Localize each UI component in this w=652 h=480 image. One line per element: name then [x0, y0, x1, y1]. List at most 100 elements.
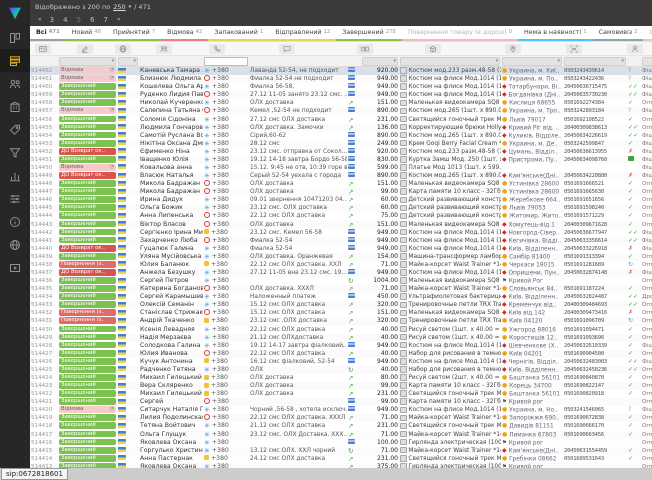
table-row[interactable]: 514454ЗавершенийСамотій Руслана Во..✳ +3…: [30, 132, 652, 140]
table-row[interactable]: 514414ЗавершенийАнна Пастернак +38024.12…: [30, 455, 652, 463]
table-row[interactable]: 514415ЗавершенийГоргулько Христина..✳ +3…: [30, 447, 652, 455]
page-7[interactable]: 7: [104, 16, 108, 24]
table-row[interactable]: 514440ДО Возврат ок..Гуцалюк Галина✳ +38…: [30, 245, 652, 253]
table-row[interactable]: 514443ЗавершенийВіктор Власов +380ОЛХ до…: [30, 220, 652, 228]
filter-input-phone[interactable]: [204, 57, 248, 66]
table-row[interactable]: 514428ЗавершенийСолодкова Галина В..✳ +3…: [30, 342, 652, 350]
table-row[interactable]: 514439ЗавершенийУляна Мусійовська✳ +380О…: [30, 253, 652, 261]
table-row[interactable]: 514441ЗавершенийЗахарченко Люба +380Фиал…: [30, 237, 652, 245]
table-row[interactable]: 514437ДО Возврат ок..Анжела Безушку✳ +38…: [30, 269, 652, 277]
sidebar-item-globe[interactable]: [0, 233, 30, 256]
filter-dropdown-delivery[interactable]: ▾: [502, 57, 562, 66]
tab-новий[interactable]: Новий48: [66, 26, 107, 41]
table-row[interactable]: 514442ЗавершенийСергієнко Ірина Ми.. +38…: [30, 229, 652, 237]
sidebar-item-orders[interactable]: [0, 49, 30, 72]
table-row[interactable]: 514423ЗавершенийВера Скляренко +380ОЛХ д…: [30, 382, 652, 390]
sidebar-item-company[interactable]: [0, 95, 30, 118]
filter-dropdown-price[interactable]: ▾: [362, 57, 398, 66]
column-header-delivery[interactable]: [483, 42, 543, 55]
table-row[interactable]: 514455ЗавершенийЛюдмила Гончарова✳ +380О…: [30, 124, 652, 132]
column-header-ttn[interactable]: [543, 42, 605, 55]
sidebar-item-funnel[interactable]: [0, 141, 30, 164]
page-5[interactable]: 5: [77, 16, 81, 24]
table-row[interactable]: 514429ЗавершенийНадія Мерзаєва✳ +38021.1…: [30, 334, 652, 342]
table-row[interactable]: 514458ЗавершенийНиколай Кучеренко✳ +380О…: [30, 99, 652, 107]
column-header-name[interactable]: [133, 42, 195, 55]
tab-сервіси[interactable]: Сервіси0: [643, 26, 652, 41]
table-row[interactable]: 514430ЗавершенийКсенія Левадняя✳ +38022.…: [30, 326, 652, 334]
table-row[interactable]: 514431Повернення (з..Андрій Ткаченко +38…: [30, 317, 652, 325]
column-header-price[interactable]: [347, 42, 383, 55]
table-row[interactable]: 514446ЗавершенийИрина Дидух✳ +38009.01 з…: [30, 196, 652, 204]
filter-dropdown-ttn[interactable]: ▾: [564, 57, 626, 66]
tab-прийнятий[interactable]: Прийнятий7: [107, 26, 161, 41]
table-row[interactable]: 514427ЗавершенийЮлия Иванова +38022.12 с…: [30, 350, 652, 358]
table-row[interactable]: 514453ЗавершенийНікітіна Оксана Дми..✳ +…: [30, 140, 652, 148]
column-header-product[interactable]: [383, 42, 483, 55]
table-row[interactable]: 514451ЗавершенийІващенко Юлія✳ +38019.12…: [30, 156, 652, 164]
tab-відмова[interactable]: Відмова42: [161, 26, 208, 41]
table-row[interactable]: 514444ЗавершенийАнна Липенська +38022.12…: [30, 212, 652, 220]
table-row[interactable]: 514426ЗавершенийКучук Антонина +38016.12…: [30, 358, 652, 366]
tab-відправлений[interactable]: Відправлений12: [269, 26, 336, 41]
filter-dropdown-flag[interactable]: ▾: [118, 57, 138, 66]
table-row[interactable]: 514450Відмова◔Ковальова анна✳ +38015.12.…: [30, 164, 652, 172]
tab-завершений[interactable]: Завершений278: [336, 26, 402, 41]
column-header-id[interactable]: [30, 42, 56, 55]
column-header-phone[interactable]: [195, 42, 239, 55]
page-size-link[interactable]: 250: [113, 3, 125, 11]
table-row[interactable]: 514418ЗавершенийТетяна Войтович✳ +38021.…: [30, 422, 652, 430]
table-row[interactable]: 514462Відмова◔Каневська Тамара ..✳ +380Л…: [30, 67, 652, 75]
tab-самовивіз[interactable]: Самовивіз2: [593, 26, 644, 41]
table-row[interactable]: 514419ЗавершенийЛилия Подолинская +38022…: [30, 414, 652, 422]
table-row[interactable]: 514434ЗавершенийСергей Карамышев✳ +380На…: [30, 293, 652, 301]
table-row[interactable]: 514452ДО Возврат ок..Єфименко Ніна✳ +380…: [30, 148, 652, 156]
table-row[interactable]: 514417ЗавершенийОльга Глущук✳ +38023.12 …: [30, 431, 652, 439]
table-row[interactable]: 514421ЗавершенийСергей +38099.00 Карта п…: [30, 398, 652, 406]
filter-dropdown-manager[interactable]: ▾: [642, 57, 652, 66]
sidebar-item-tag[interactable]: [0, 118, 30, 141]
filter-dropdown-status[interactable]: ▾: [59, 57, 116, 66]
table-row[interactable]: 514461Відмова◔Близнюк Людмила .. +380Фиа…: [30, 75, 652, 83]
table-row[interactable]: 514460ЗавершенийКошелева Ольга Ар..✳ +38…: [30, 83, 652, 91]
page-3[interactable]: 3: [50, 16, 54, 24]
table-row[interactable]: 514438Повернення (з..Юлия Баланюк +38022…: [30, 261, 652, 269]
tab-запакований[interactable]: Запакований1: [208, 26, 269, 41]
page-4[interactable]: 4: [63, 16, 67, 24]
app-logo[interactable]: [0, 0, 30, 26]
table-row[interactable]: 514436ЗавершенийСергей Петров✳ +380↻1004…: [30, 277, 652, 285]
table-row[interactable]: 514416ЗавершенийЯковлева Оксана✳ +380100…: [30, 439, 652, 447]
sidebar-item-chart[interactable]: [0, 164, 30, 187]
chevron-down-icon[interactable]: ▾: [129, 4, 132, 10]
column-header-manager[interactable]: [617, 42, 652, 55]
table-row[interactable]: 514433ЗавершенийОлексій Семанін✳ +38015.…: [30, 301, 652, 309]
sidebar-item-video[interactable]: [0, 256, 30, 279]
tab-всі[interactable]: Всі471: [30, 26, 66, 41]
table-row[interactable]: 514456ЗавершенийСоломія Сідоніна✳ +38027…: [30, 115, 652, 123]
table-row[interactable]: 514424ЗавершенийМихаил Гилецький +380ОЛХ…: [30, 374, 652, 382]
table-row[interactable]: 514445ЗавершенийОльга Божик✳ +38023.12 с…: [30, 204, 652, 212]
table-row[interactable]: 514435ЗавершенийКатерина Богданова +380О…: [30, 285, 652, 293]
column-header-comment[interactable]: [239, 42, 335, 55]
sidebar-item-sliders[interactable]: [0, 187, 30, 210]
table-row[interactable]: 514447ЗавершенийМикола Бадражан +380ОЛХ …: [30, 188, 652, 196]
column-header-pay[interactable]: [335, 42, 347, 55]
table-row[interactable]: 514425ЗавершенийРадченко Тетяна✳ +380ОЛХ…: [30, 366, 652, 374]
tab-повернення-товару-в-дорозі-[interactable]: Повернення товару (в дорозі)0: [402, 26, 518, 41]
table-row[interactable]: 514448ЗавершенийМикола Бадражан +380ОЛХ …: [30, 180, 652, 188]
table-row[interactable]: 514420Відмова◔Ситарчук Наталія Гр..✳ +38…: [30, 406, 652, 414]
column-header-flag[interactable]: [113, 42, 133, 55]
last-page-button[interactable]: »: [117, 16, 120, 23]
filter-dropdown-product[interactable]: ▾: [400, 57, 500, 66]
table-row[interactable]: 514457Відмова◔Салепина Татьяна С.. +380К…: [30, 107, 652, 115]
tab-нема-в-наявності[interactable]: Нема в наявності1: [518, 26, 593, 41]
table-row[interactable]: 514422ЗавершенийМихаил Гилецький +380ОЛХ…: [30, 390, 652, 398]
sidebar-item-kanban[interactable]: [0, 26, 30, 49]
column-header-ttn_status[interactable]: [605, 42, 617, 55]
sidebar-item-contacts[interactable]: [0, 72, 30, 95]
table-row[interactable]: 514432Повернення (з..Станіслав Стрижак +…: [30, 309, 652, 317]
page-6[interactable]: 6: [90, 16, 94, 24]
column-header-status[interactable]: [56, 42, 113, 55]
table-row[interactable]: 514459ЗавершенийРуденко Лидия Пав.. +380…: [30, 91, 652, 99]
first-page-button[interactable]: «: [38, 16, 41, 23]
